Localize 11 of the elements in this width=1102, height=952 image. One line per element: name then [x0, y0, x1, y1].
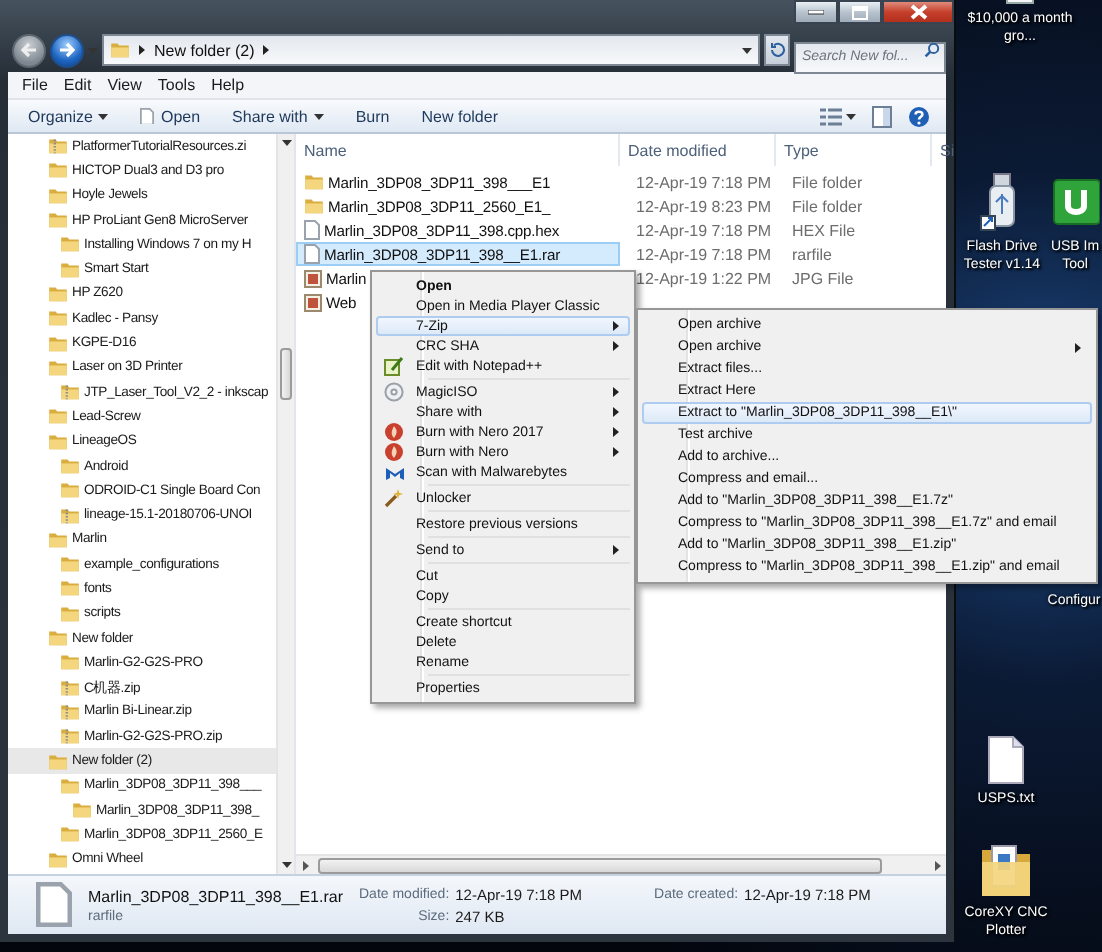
type-cell-text: HEX File: [790, 221, 858, 239]
type-cell-text: JPG File: [790, 269, 856, 287]
type-cell-text: File folder: [790, 197, 865, 215]
date-cell-text: 12-Apr-19 8:23 PM: [634, 197, 774, 215]
type-cell-text: File folder: [790, 173, 865, 191]
type-cell-text: rarfile: [790, 245, 835, 263]
file-name: Marlin_3DP08_3DP11_398__E1.rar: [88, 887, 343, 905]
date-cell-text: 12-Apr-19 7:18 PM: [634, 245, 774, 263]
date-cell-text: 12-Apr-19 7:18 PM: [634, 221, 774, 239]
date-cell-text: 12-Apr-19 7:18 PM: [634, 173, 774, 191]
date-cell-text: 12-Apr-19 1:22 PM: [634, 269, 774, 287]
